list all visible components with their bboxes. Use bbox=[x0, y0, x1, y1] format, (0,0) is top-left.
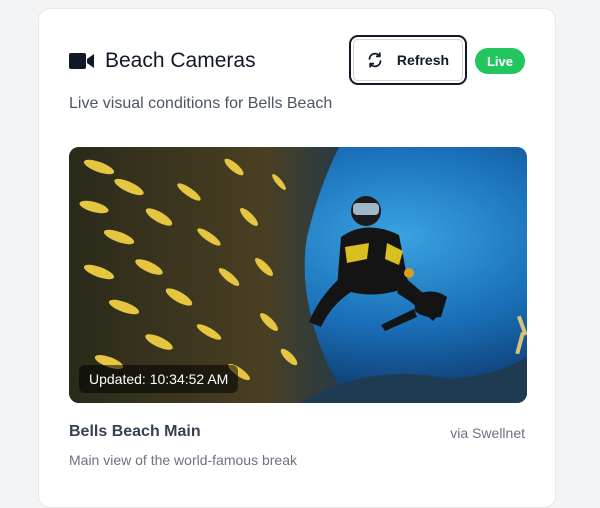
card-header: Beach Cameras Refresh Live bbox=[69, 35, 525, 85]
camera-description: Main view of the world-famous break bbox=[69, 452, 297, 468]
video-camera-icon bbox=[69, 52, 95, 70]
refresh-icon bbox=[367, 52, 383, 68]
camera-feed-image[interactable]: Updated: 10:34:52 AM bbox=[69, 147, 527, 403]
camera-name: Bells Beach Main bbox=[69, 423, 201, 440]
beach-cameras-card: Beach Cameras Refresh Live Live visual c… bbox=[38, 8, 556, 508]
card-subtitle: Live visual conditions for Bells Beach bbox=[69, 95, 333, 112]
card-title: Beach Cameras bbox=[105, 49, 256, 72]
refresh-button-label: Refresh bbox=[396, 52, 450, 68]
camera-source: via Swellnet bbox=[450, 425, 525, 441]
last-updated-overlay: Updated: 10:34:52 AM bbox=[79, 365, 239, 393]
refresh-button[interactable]: Refresh bbox=[349, 35, 467, 85]
title-group: Beach Cameras bbox=[69, 49, 256, 73]
live-status-badge: Live bbox=[474, 48, 525, 74]
